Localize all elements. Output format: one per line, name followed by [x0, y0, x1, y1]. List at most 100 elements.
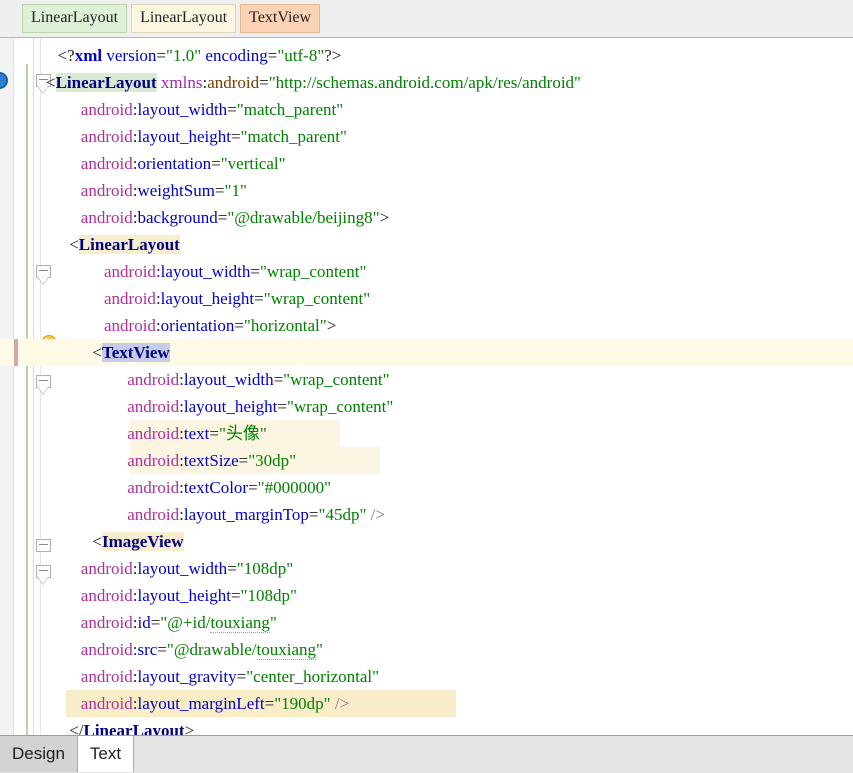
code-token-prefix: android	[80, 208, 133, 227]
code-line[interactable]: <LinearLayout	[0, 231, 853, 258]
code-token-prefix: android	[104, 289, 156, 308]
code-line-text: android:id="@+id/touxiang"	[0, 609, 277, 636]
code-line[interactable]: android:textSize="30dp"	[0, 447, 853, 474]
code-token-punct: >	[184, 721, 195, 735]
code-token-punct: =	[248, 478, 258, 497]
code-token-prefix: android	[80, 667, 133, 686]
code-line[interactable]: android:layout_height="108dp"	[0, 582, 853, 609]
breadcrumb-chip-linearlayout-1[interactable]: LinearLayout	[131, 4, 237, 33]
code-token-attr: layout_gravity	[137, 667, 237, 686]
code-token-prefix: android	[127, 478, 180, 497]
code-token-punct: =	[238, 451, 249, 470]
code-token-attr: layout_width	[137, 100, 228, 119]
code-line-text: android:orientation="horizontal">	[0, 312, 336, 339]
tabbar-filler	[134, 736, 853, 772]
code-editor-area[interactable]: <?xml version="1.0" encoding="utf-8"?> <L…	[0, 38, 853, 735]
code-line-text: android:layout_width="wrap_content"	[0, 258, 366, 285]
code-line[interactable]: android:text="头像"	[0, 420, 853, 447]
code-line-text: android:text="头像"	[0, 420, 267, 447]
code-line[interactable]: android:layout_width="wrap_content"	[0, 366, 853, 393]
code-line[interactable]: android:layout_height="wrap_content"	[0, 285, 853, 312]
code-token-punct: <	[92, 343, 102, 362]
code-token-attr: layout_height	[183, 397, 278, 416]
code-line-text: android:layout_height="wrap_content"	[0, 285, 370, 312]
code-token-punct: <?	[57, 46, 75, 65]
code-token-tag: ImageView	[101, 532, 184, 551]
code-token-prefix: android	[127, 451, 180, 470]
code-token-string: "center_horizontal"	[246, 667, 380, 686]
code-token-punct: =	[254, 289, 264, 308]
tab-design[interactable]: Design	[0, 736, 78, 772]
code-line[interactable]: android:textColor="#000000"	[0, 474, 853, 501]
code-line[interactable]: android:layout_marginLeft="190dp" />	[0, 690, 853, 717]
code-token-prefix: android	[80, 127, 133, 146]
code-token-attr: layout_height	[137, 586, 231, 605]
code-token-string: "#000000"	[257, 478, 332, 497]
code-token-string: "match_parent"	[236, 100, 344, 119]
code-line[interactable]: android:layout_width="108dp"	[0, 555, 853, 582]
code-token-string: "@drawable/beijing8"	[227, 208, 380, 227]
code-token-prefix: android	[80, 613, 133, 632]
code-token-punct: =	[217, 208, 228, 227]
code-token-prefix: android	[127, 505, 180, 524]
code-token-decl: encoding	[205, 46, 268, 65]
breadcrumb-chip-textview-2[interactable]: TextView	[240, 4, 321, 33]
code-line[interactable]: <TextView	[0, 339, 853, 366]
code-line[interactable]: android:orientation="horizontal">	[0, 312, 853, 339]
code-token-prefix: android	[80, 100, 133, 119]
code-token-punct: =	[227, 100, 237, 119]
code-line[interactable]: </LinearLayout>	[0, 717, 853, 735]
code-token-punct: ?>	[324, 46, 342, 65]
code-token-string: "@+id/	[160, 613, 211, 632]
code-line[interactable]: android:weightSum="1"	[0, 177, 853, 204]
code-line[interactable]: android:orientation="vertical"	[0, 150, 853, 177]
code-token-punct: =	[214, 181, 225, 200]
code-line[interactable]: android:layout_width="match_parent"	[0, 96, 853, 123]
code-token-string: "@drawable/	[166, 640, 257, 659]
code-line[interactable]: android:background="@drawable/beijing8">	[0, 204, 853, 231]
code-token-string: "108dp"	[236, 559, 294, 578]
xml-layout-editor-window: LinearLayout LinearLayout TextView <?xml v…	[0, 0, 853, 773]
code-token-string: "http://schemas.android.com/apk/res/andr…	[268, 73, 581, 92]
code-token-string: "utf-8"	[277, 46, 325, 65]
code-token-attr: weightSum	[137, 181, 215, 200]
code-token-string: "1"	[224, 181, 247, 200]
code-line[interactable]: <ImageView	[0, 528, 853, 555]
code-line[interactable]: android:layout_height="wrap_content"	[0, 393, 853, 420]
code-line[interactable]: android:layout_gravity="center_horizonta…	[0, 663, 853, 690]
code-token-punct: =	[273, 370, 284, 389]
code-token-string: "match_parent"	[240, 127, 347, 146]
code-token-punct: <	[46, 73, 56, 92]
breadcrumb-chip-linearlayout-0[interactable]: LinearLayout	[22, 4, 128, 33]
code-token-string: "45dp"	[318, 505, 367, 524]
tab-text[interactable]: Text	[77, 736, 135, 772]
code-line-text: android:layout_height="wrap_content"	[0, 393, 393, 420]
code-line-text: android:layout_width="match_parent"	[0, 96, 343, 123]
code-line-text: android:layout_gravity="center_horizonta…	[0, 663, 379, 690]
code-line[interactable]: android:id="@+id/touxiang"	[0, 609, 853, 636]
code-line[interactable]: android:layout_width="wrap_content"	[0, 258, 853, 285]
code-line-text: <TextView	[0, 339, 170, 366]
code-token-punct: <	[69, 235, 79, 254]
code-token-attr: layout_marginTop	[183, 505, 309, 524]
code-token-prefix: android	[127, 370, 180, 389]
code-token-unres: touxiang	[256, 640, 317, 660]
code-line-text: android:background="@drawable/beijing8">	[0, 204, 389, 231]
code-token-attr: orientation	[137, 154, 212, 173]
code-token-punct: =	[264, 694, 275, 713]
code-content[interactable]: <?xml version="1.0" encoding="utf-8"?> <L…	[0, 38, 853, 735]
code-token-prefix: android	[127, 424, 180, 443]
code-line[interactable]: android:src="@drawable/touxiang"	[0, 636, 853, 663]
code-line-text: <?xml version="1.0" encoding="utf-8"?>	[0, 42, 342, 69]
code-line[interactable]: android:layout_height="match_parent"	[0, 123, 853, 150]
code-line[interactable]: <?xml version="1.0" encoding="utf-8"?>	[0, 42, 853, 69]
code-token-attr: layout_width	[160, 262, 251, 281]
code-token-string: "1.0"	[166, 46, 202, 65]
code-token-prefix: android	[104, 262, 156, 281]
code-token-attr: textSize	[183, 451, 239, 470]
code-line-text: android:weightSum="1"	[0, 177, 247, 204]
code-token-punct: =	[234, 316, 244, 335]
code-line[interactable]: android:layout_marginTop="45dp" />	[0, 501, 853, 528]
code-token-attr: orientation	[160, 316, 235, 335]
code-line[interactable]: <LinearLayout xmlns:android="http://sche…	[0, 69, 853, 96]
